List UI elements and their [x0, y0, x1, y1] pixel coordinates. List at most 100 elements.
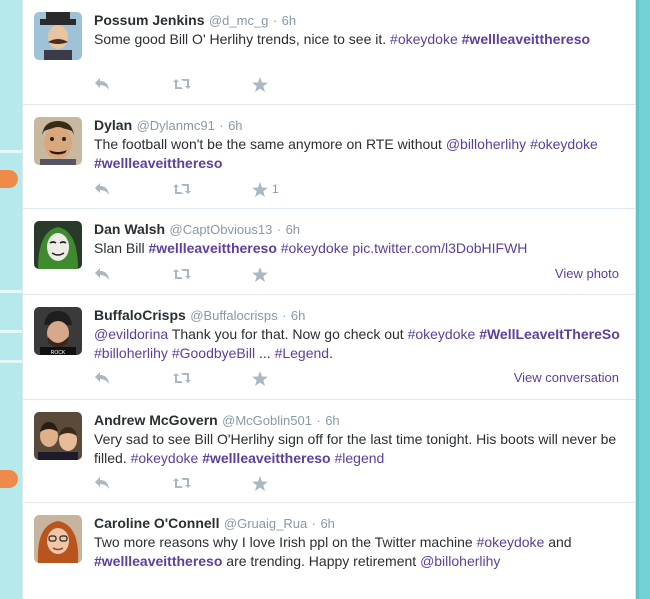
tweet-timestamp[interactable]: 6h — [286, 222, 300, 237]
favorite-button[interactable] — [252, 264, 272, 284]
reply-icon — [95, 268, 109, 280]
author-handle[interactable]: @Dylanmc91 — [137, 118, 215, 133]
favorite-button[interactable] — [252, 368, 272, 388]
author-name[interactable]: Andrew McGovern — [94, 412, 218, 428]
tweet[interactable]: Andrew McGovern @McGoblin501 · 6h Very s… — [23, 400, 635, 503]
author-handle[interactable]: @Gruaig_Rua — [224, 516, 307, 531]
author-name[interactable]: BuffaloCrisps — [94, 307, 186, 323]
avatar-cartoon-man-icon — [34, 117, 82, 165]
retweet-icon — [173, 184, 191, 194]
tweet[interactable]: Dylan @Dylanmc91 · 6h The football won't… — [23, 105, 635, 209]
hashtag-link[interactable]: #okeydoke — [131, 450, 199, 466]
tweet-text-segment: Two more reasons why I love Irish ppl on… — [94, 534, 477, 550]
favorite-button[interactable] — [252, 74, 272, 94]
view-conversation-link[interactable]: View conversation — [514, 370, 619, 385]
retweet-button[interactable] — [172, 179, 192, 199]
hashtag-link[interactable]: #okeydoke — [408, 326, 476, 342]
author-handle[interactable]: @d_mc_g — [209, 13, 268, 28]
tweet[interactable]: ROCK BuffaloCrisps @Buffalocrisps · 6h @… — [23, 295, 635, 400]
hashtag-link[interactable]: #wellleaveitthereso — [202, 450, 330, 466]
star-icon — [252, 181, 268, 197]
star-icon — [252, 370, 268, 386]
hashtag-link[interactable]: #Legend — [275, 345, 330, 361]
reply-icon — [95, 372, 109, 384]
author-name[interactable]: Caroline O'Connell — [94, 515, 219, 531]
hashtag-link[interactable]: #wellleaveitthereso — [94, 155, 222, 171]
tweet-actions — [94, 473, 629, 493]
tweet-actions: 1 — [94, 179, 629, 199]
mention-link[interactable]: @billoherlihy — [446, 136, 526, 152]
tweet-actions: View conversation — [94, 368, 629, 388]
tweet[interactable]: Dan Walsh @CaptObvious13 · 6h Slan Bill … — [23, 209, 635, 295]
reply-button[interactable] — [94, 74, 110, 94]
author-name[interactable]: Dylan — [94, 117, 132, 133]
tweet-actions: View photo — [94, 264, 629, 284]
tweet-timestamp[interactable]: 6h — [320, 516, 334, 531]
author-name[interactable]: Possum Jenkins — [94, 12, 205, 28]
hashtag-link[interactable]: #wellleaveitthereso — [462, 31, 590, 47]
hashtag-link[interactable]: #GoodbyeBill — [172, 345, 255, 361]
retweet-icon — [173, 373, 191, 383]
retweet-button[interactable] — [172, 264, 192, 284]
author-name[interactable]: Dan Walsh — [94, 221, 165, 237]
hashtag-link[interactable]: #wellleaveitthereso — [94, 553, 222, 569]
tweet-text-segment: Thank you for that. Now go check out — [168, 326, 408, 342]
avatar[interactable] — [34, 117, 82, 165]
reply-button[interactable] — [94, 473, 110, 493]
avatar[interactable] — [34, 515, 82, 563]
mention-link[interactable]: @evildorina — [94, 326, 168, 342]
retweet-icon — [173, 79, 191, 89]
tweet-timeline: Possum Jenkins @d_mc_g · 6h Some good Bi… — [22, 0, 636, 599]
avatar[interactable] — [34, 12, 82, 60]
avatar[interactable] — [34, 221, 82, 269]
author-handle[interactable]: @McGoblin501 — [222, 413, 312, 428]
retweet-button[interactable] — [172, 473, 192, 493]
tweet-text-segment: Some good Bill O' Herlihy trends, nice t… — [94, 31, 391, 47]
retweet-icon — [173, 269, 191, 279]
retweet-button[interactable] — [172, 74, 192, 94]
avatar-mask-hood-icon — [34, 221, 82, 269]
hashtag-link[interactable]: #okeydoke — [390, 31, 458, 47]
hashtag-link[interactable]: #okeydoke — [530, 136, 598, 152]
avatar[interactable] — [34, 412, 82, 460]
tweet-text-segment: . — [329, 345, 333, 361]
hashtag-link[interactable]: #okeydoke — [281, 240, 349, 256]
author-handle[interactable]: @CaptObvious13 — [170, 222, 273, 237]
avatar-two-men-icon — [34, 412, 82, 460]
favorite-count: 1 — [272, 182, 279, 196]
retweet-icon — [173, 478, 191, 488]
view-photo-link[interactable]: View photo — [555, 266, 619, 281]
reply-icon — [95, 477, 109, 489]
retweet-button[interactable] — [172, 368, 192, 388]
star-icon — [252, 266, 268, 282]
hashtag-link[interactable]: #WellLeaveItThereSo — [479, 326, 620, 342]
tweet-text-segment: Slan Bill — [94, 240, 149, 256]
media-link[interactable]: pic.twitter.com/l3DobHIFWH — [352, 240, 527, 256]
author-handle[interactable]: @Buffalocrisps — [190, 308, 277, 323]
reply-button[interactable] — [94, 368, 110, 388]
tweet-text: The football won't be the same anymore o… — [94, 135, 629, 173]
hashtag-link[interactable]: #okeydoke — [477, 534, 545, 550]
hashtag-link[interactable]: #legend — [334, 450, 384, 466]
tweet-actions — [94, 74, 629, 94]
tweet-timestamp[interactable]: 6h — [325, 413, 339, 428]
tweet-timestamp[interactable]: 6h — [291, 308, 305, 323]
hashtag-link[interactable]: #wellleaveitthereso — [148, 240, 276, 256]
favorite-button[interactable] — [252, 473, 272, 493]
avatar[interactable]: ROCK — [34, 307, 82, 355]
tweet-timestamp[interactable]: 6h — [282, 13, 296, 28]
mention-link[interactable]: @billoherlihy — [420, 553, 500, 569]
tweet[interactable]: Caroline O'Connell @Gruaig_Rua · 6h Two … — [23, 503, 635, 599]
tweet[interactable]: Possum Jenkins @d_mc_g · 6h Some good Bi… — [23, 0, 635, 105]
tweet-text-segment: The football won't be the same anymore o… — [94, 136, 446, 152]
reply-button[interactable] — [94, 264, 110, 284]
tweet-text: @evildorina Thank you for that. Now go c… — [94, 325, 629, 363]
tweet-text: Very sad to see Bill O'Herlihy sign off … — [94, 430, 629, 468]
reply-icon — [95, 78, 109, 90]
tweet-text: Some good Bill O' Herlihy trends, nice t… — [94, 30, 629, 49]
reply-button[interactable] — [94, 179, 110, 199]
tweet-timestamp[interactable]: 6h — [228, 118, 242, 133]
hashtag-link[interactable]: #billoherlihy — [94, 345, 168, 361]
favorite-button[interactable]: 1 — [252, 179, 279, 199]
background-right-panel — [636, 0, 650, 599]
